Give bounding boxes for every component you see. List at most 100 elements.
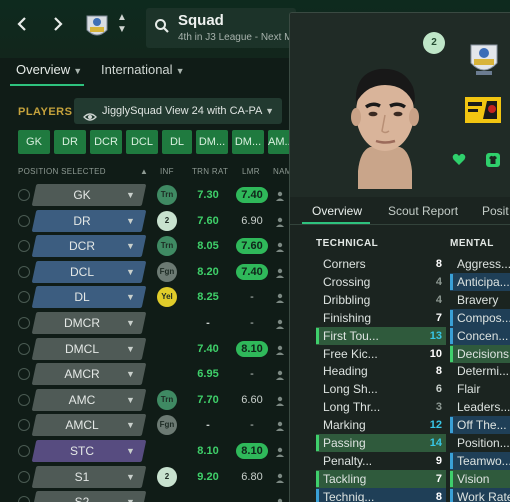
position-filter-button[interactable]: DCR [90,130,122,154]
attribute-row[interactable]: Aggress... [450,255,510,273]
club-crest-icon[interactable] [467,39,501,79]
column-header-position[interactable]: POSITION SELECTED [18,167,106,176]
table-row[interactable]: DCL ▼ Fgn 8.20 7.40 [0,260,290,284]
attribute-row[interactable]: Off The... [450,416,510,435]
attribute-row[interactable]: Concen... [450,326,510,345]
attribute-row[interactable]: Penalty... 9 [316,452,446,470]
tab-international[interactable]: International ▼ [101,62,184,77]
sort-arrow-icon[interactable]: ▲ [140,167,148,176]
row-select-checkbox[interactable] [18,214,30,227]
attribute-row[interactable]: Tackling 7 [316,469,446,488]
row-select-checkbox[interactable] [18,393,30,406]
club-stepper[interactable]: ▲ ▼ [116,12,128,36]
attribute-name: Aggress... [457,257,510,271]
table-row[interactable]: S1 ▼ 2 9.20 6.80 [0,465,290,489]
table-row[interactable]: STC ▼ 8.10 8.10 [0,439,290,463]
chevron-down-icon[interactable]: ▼ [126,286,135,308]
attribute-row[interactable]: Determi... [450,362,510,380]
column-header-trn-rat[interactable]: TRN RAT [192,167,228,176]
row-select-checkbox[interactable] [18,368,30,381]
view-selector[interactable]: JigglySquad View 24 with CA-PA ▼ [74,98,282,124]
attribute-row[interactable]: Flair [450,380,510,398]
shirt-icon[interactable] [486,153,500,167]
attribute-row[interactable]: Free Kic... 10 [316,345,446,363]
attribute-row[interactable]: First Tou... 13 [316,326,446,345]
table-row[interactable]: GK ▼ Trn 7.30 7.40 [0,183,290,207]
position-filter-button[interactable]: DM... [196,130,228,154]
attribute-value: 8 [435,365,442,378]
tab-scout-report[interactable]: Scout Report [388,204,458,218]
row-select-checkbox[interactable] [18,317,30,329]
table-row[interactable]: DL ▼ Yel 8.25 - [0,285,290,309]
attribute-row[interactable]: Techniq... 8 [316,487,446,502]
chevron-down-icon[interactable]: ▼ [126,261,135,283]
row-select-checkbox[interactable] [18,240,30,253]
chevron-down-icon[interactable]: ▼ [126,440,135,462]
row-select-checkbox[interactable] [18,419,30,432]
attribute-row[interactable]: Vision [450,469,510,488]
attribute-row[interactable]: Finishing 7 [316,309,446,327]
position-filter-button[interactable]: DR [54,130,86,154]
attribute-row[interactable]: Passing 14 [316,434,446,452]
chevron-down-icon[interactable]: ▼ [126,184,135,206]
player-icon [276,318,284,329]
row-select-checkbox[interactable] [18,470,30,483]
tab-overview[interactable]: Overview ▼ [16,62,82,77]
position-filter-button[interactable]: GK [18,130,50,154]
table-row[interactable]: DMCL ▼ 7.40 8.10 [0,337,290,361]
chevron-down-icon[interactable]: ▼ [126,414,135,436]
chevron-down-icon[interactable]: ▼ [126,312,135,334]
table-row[interactable]: DR ▼ 2 7.60 6.90 [0,209,290,233]
tab-player-overview[interactable]: Overview [312,204,362,218]
chevron-down-icon[interactable]: ▼ [126,363,135,385]
chevron-down-icon[interactable]: ▼ [126,338,135,360]
attribute-row[interactable]: Long Sh... 6 [316,380,446,398]
attribute-row[interactable]: Work Rate [450,487,510,502]
attribute-row[interactable]: Anticipa... [450,272,510,291]
chevron-down-icon[interactable]: ▼ [126,210,135,232]
attribute-row[interactable]: Bravery [450,291,510,309]
chevron-down-icon[interactable]: ▼ [126,491,135,502]
position-filter-button[interactable]: DM... [232,130,264,154]
last-match-rating: 8.10 [236,340,268,357]
row-select-checkbox[interactable] [18,496,30,502]
table-row[interactable]: AMCL ▼ Fgn - - [0,413,290,437]
squad-search-box[interactable]: Squad 4th in J3 League - Next M... [146,8,301,48]
table-row[interactable]: AMCR ▼ 6.95 - [0,362,290,386]
back-arrow-icon[interactable] [12,14,32,38]
attribute-row[interactable]: Position... [450,434,510,452]
attribute-row[interactable]: Crossing 4 [316,273,446,291]
attribute-row[interactable]: Compos... [450,308,510,327]
position-filter-button[interactable]: DCL [126,130,158,154]
attribute-row[interactable]: Long Thr... 3 [316,398,446,416]
table-row[interactable]: DCR ▼ Trn 8.05 7.60 [0,234,290,258]
attribute-row[interactable]: Corners 8 [316,255,446,273]
heart-icon[interactable] [452,153,466,166]
row-select-checkbox[interactable] [18,342,30,355]
row-select-checkbox[interactable] [18,189,30,201]
chevron-down-icon[interactable]: ▼ [126,466,135,488]
attribute-row[interactable]: Teamwo... [450,451,510,470]
attribute-row[interactable]: Heading 8 [316,362,446,380]
league-logo-icon[interactable] [465,97,501,123]
attribute-row[interactable]: Decisions [450,344,510,363]
row-select-checkbox[interactable] [18,291,30,304]
chevron-up-icon[interactable]: ▲ [116,12,128,24]
column-header-lmr[interactable]: LMR [242,167,260,176]
table-row[interactable]: AMC ▼ Trn 7.70 6.60 [0,388,290,412]
position-filter-button[interactable]: DL [162,130,192,154]
attribute-row[interactable]: Leaders... [450,398,510,416]
column-header-inf[interactable]: INF [160,167,174,176]
tab-positions[interactable]: Posit [482,204,509,218]
row-select-checkbox[interactable] [18,445,30,457]
forward-arrow-icon[interactable] [48,14,68,38]
table-row[interactable]: S2▼ [0,490,290,502]
table-row[interactable]: DMCR ▼ - - [0,311,290,335]
row-select-checkbox[interactable] [18,265,30,278]
chevron-down-icon[interactable]: ▼ [116,24,128,36]
attribute-row[interactable]: Dribbling 4 [316,291,446,309]
attribute-row[interactable]: Marking 12 [316,416,446,434]
chevron-down-icon[interactable]: ▼ [126,389,135,411]
chevron-down-icon[interactable]: ▼ [126,235,135,257]
club-badge-icon[interactable] [84,12,110,42]
